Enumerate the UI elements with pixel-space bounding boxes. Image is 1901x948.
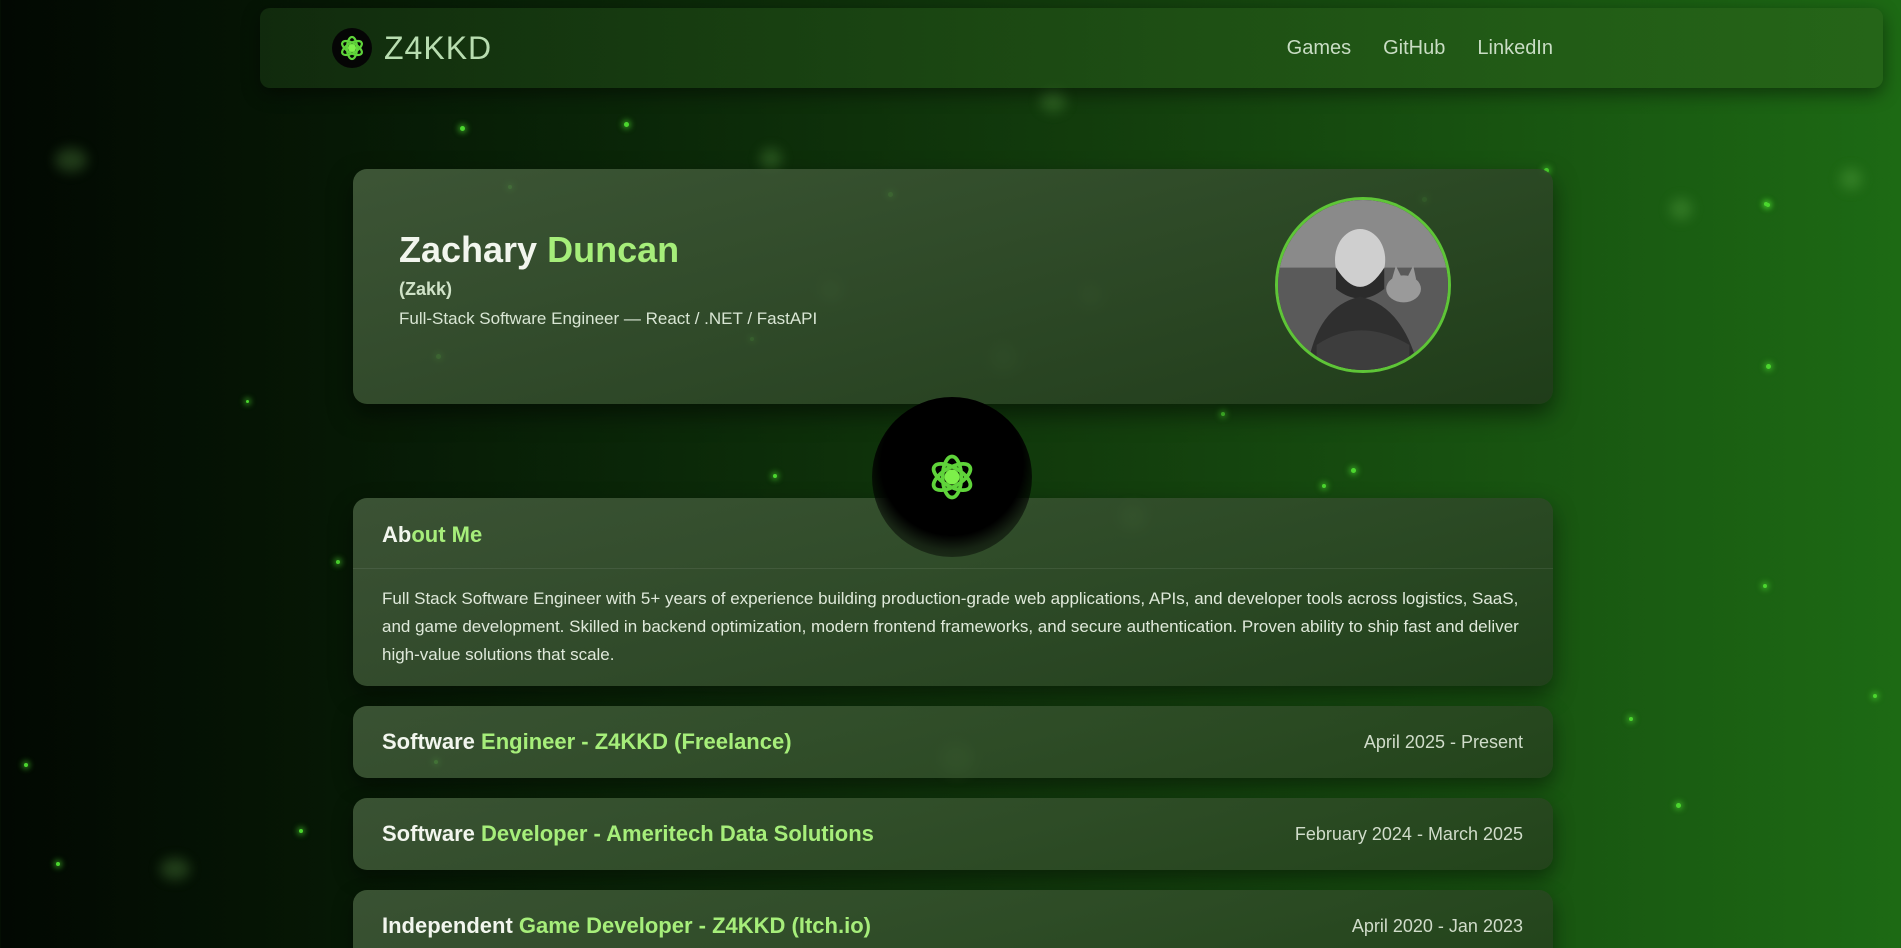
- z4kkd-logo-icon: [332, 28, 372, 68]
- nav-link-games[interactable]: Games: [1287, 37, 1351, 60]
- hero-subtitle: Full-Stack Software Engineer — React / .…: [399, 309, 818, 328]
- job-date: April 2025 - Present: [1363, 731, 1523, 752]
- first-name: Zachary: [399, 229, 538, 270]
- job-date: April 2020 - Jan 2023: [1351, 915, 1523, 936]
- hero-card: Zachary Duncan (Zakk) Full-Stack Softwar…: [353, 169, 1553, 404]
- brand-name: Z4KKD: [384, 29, 493, 66]
- nav-link-linkedin[interactable]: LinkedIn: [1477, 37, 1553, 60]
- job-title: Software Developer - Ameritech Data Solu…: [382, 821, 874, 847]
- job-date: February 2024 - March 2025: [1294, 823, 1523, 844]
- job-card[interactable]: Software Developer - Ameritech Data Solu…: [353, 798, 1553, 870]
- center-logo-badge: [872, 397, 1032, 557]
- top-navbar: Z4KKD Games GitHub LinkedIn: [260, 8, 1883, 88]
- nav-link-github[interactable]: GitHub: [1383, 37, 1445, 60]
- job-card[interactable]: Independent Game Developer - Z4KKD (Itch…: [353, 890, 1553, 948]
- job-title-accent: Game Developer - Z4KKD (Itch.io): [518, 913, 871, 938]
- job-title: Software Engineer - Z4KKD (Freelance): [382, 729, 792, 755]
- hero-nickname: (Zakk): [399, 279, 453, 299]
- about-text: Full Stack Software Engineer with 5+ yea…: [382, 589, 1519, 664]
- job-title-plain: Software: [382, 821, 482, 846]
- job-title-accent: Developer - Ameritech Data Solutions: [481, 821, 874, 846]
- last-name: Duncan: [547, 229, 680, 270]
- about-title-accent: out Me: [411, 522, 483, 547]
- avatar: [1275, 197, 1451, 373]
- brand[interactable]: Z4KKD: [332, 28, 492, 68]
- hero-name: Zachary Duncan: [399, 229, 679, 271]
- job-title: Independent Game Developer - Z4KKD (Itch…: [382, 913, 871, 939]
- job-title-accent: Engineer - Z4KKD (Freelance): [481, 729, 792, 754]
- z4kkd-logo-icon: [931, 454, 973, 500]
- job-title-plain: Independent: [382, 913, 519, 938]
- job-title-plain: Software: [382, 729, 482, 754]
- job-card[interactable]: Software Engineer - Z4KKD (Freelance) Ap…: [353, 706, 1553, 778]
- nav-links: Games GitHub LinkedIn: [1287, 37, 1553, 60]
- about-title-plain: Ab: [382, 522, 412, 547]
